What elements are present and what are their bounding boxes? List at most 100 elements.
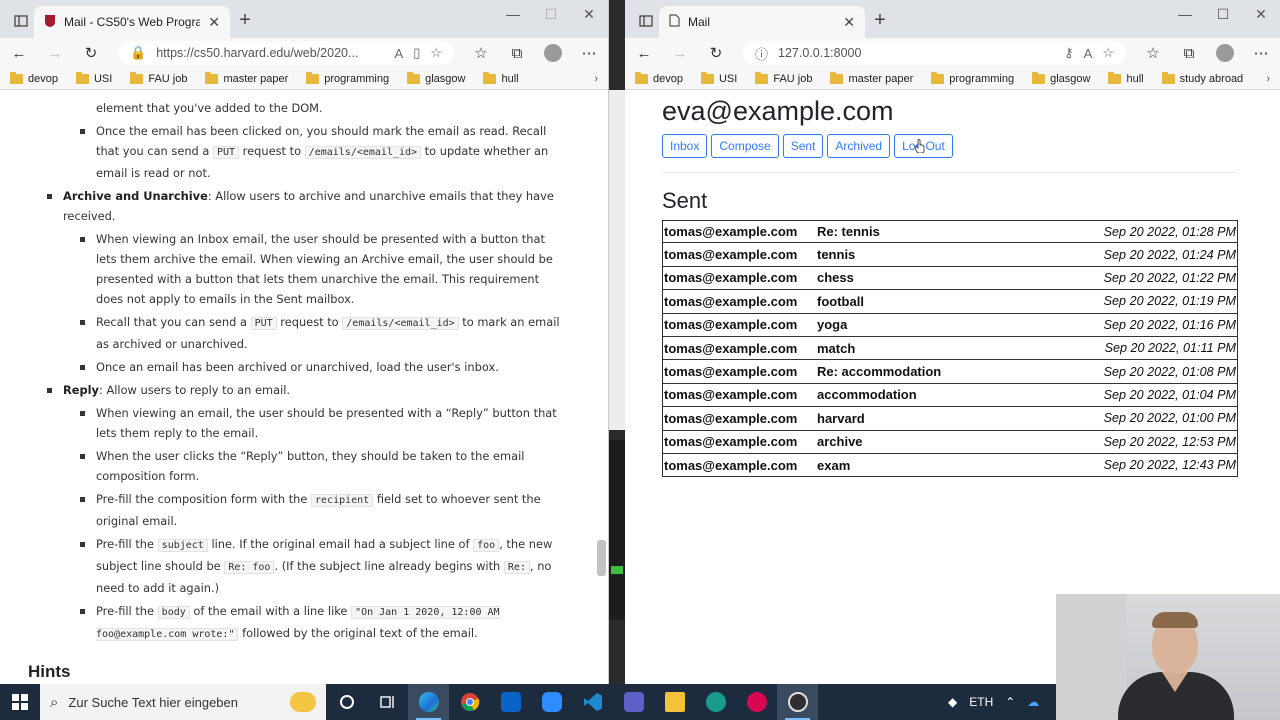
bookmark-devop[interactable]: devop — [10, 71, 58, 85]
browser-tab-active[interactable]: Mail ✕ — [659, 6, 865, 38]
refresh-icon[interactable]: ↻ — [707, 44, 725, 62]
back-icon[interactable]: ← — [10, 45, 28, 62]
close-tab-icon[interactable]: ✕ — [843, 14, 855, 31]
chevron-right-icon[interactable]: › — [1266, 73, 1270, 85]
email-row[interactable]: tomas@example.com chess Sep 20 2022, 01:22… — [662, 266, 1238, 291]
harvard-shield-icon — [44, 14, 56, 31]
bookmark-label: USI — [718, 72, 738, 85]
close-window-icon[interactable]: ✕ — [570, 6, 608, 23]
doc-text: Pre-fill the — [96, 537, 158, 551]
maximize-icon[interactable]: ☐ — [1204, 6, 1242, 23]
inbox-button[interactable]: Inbox — [662, 134, 708, 158]
chevron-right-icon[interactable]: › — [594, 73, 598, 85]
file-explorer-icon[interactable] — [654, 684, 695, 720]
read-aloud-icon[interactable]: A — [1084, 46, 1093, 61]
edge-icon[interactable] — [408, 684, 449, 720]
debian-icon[interactable] — [736, 684, 777, 720]
close-window-icon[interactable]: ✕ — [1242, 6, 1280, 23]
info-icon[interactable]: ⓘ — [755, 44, 768, 63]
obs-icon[interactable] — [777, 684, 818, 720]
inline-code: recipient — [311, 494, 374, 507]
favorite-icon[interactable]: ☆ — [1102, 45, 1114, 61]
scrollbar-thumb[interactable] — [597, 540, 606, 576]
compose-button[interactable]: Compose — [711, 134, 779, 158]
bookmark-usi[interactable]: USI — [700, 71, 738, 85]
bookmark-hull[interactable]: hull — [483, 71, 519, 85]
email-row[interactable]: tomas@example.com Re: tennis Sep 20 2022, … — [662, 220, 1238, 244]
favorites-icon[interactable]: ☆ — [1144, 44, 1162, 62]
cortana-icon[interactable] — [326, 684, 367, 720]
vscode-icon[interactable] — [572, 684, 613, 720]
bookmark-usi[interactable]: USI — [75, 71, 112, 85]
favorites-icon[interactable]: ☆ — [472, 44, 490, 62]
email-row[interactable]: tomas@example.com match Sep 20 2022, 01:11… — [662, 336, 1238, 361]
chrome-icon[interactable] — [449, 684, 490, 720]
zoom-icon[interactable] — [531, 684, 572, 720]
forward-icon[interactable]: → — [46, 45, 64, 62]
email-timestamp: Sep 20 2022, 01:11 PM — [1104, 341, 1236, 356]
taskbar-search-box[interactable]: ⌕ Zur Suche Text hier eingeben — [40, 684, 326, 720]
email-row[interactable]: tomas@example.com yoga Sep 20 2022, 01:16 … — [662, 313, 1238, 337]
bookmark-programming[interactable]: programming — [931, 71, 1014, 85]
onedrive-icon[interactable]: ☁ — [1027, 695, 1039, 709]
doc-text: When viewing an Inbox email, the user sh… — [96, 232, 553, 306]
tab-actions-icon[interactable] — [633, 6, 659, 36]
close-tab-icon[interactable]: ✕ — [208, 14, 220, 31]
favorite-icon[interactable]: ☆ — [430, 45, 442, 61]
bookmark-programming[interactable]: programming — [306, 71, 389, 85]
forward-icon[interactable]: → — [671, 45, 689, 62]
maximize-icon[interactable]: ☐ — [532, 6, 570, 23]
windows-start-icon[interactable] — [0, 684, 40, 720]
edge-dev-icon[interactable] — [695, 684, 736, 720]
tab-actions-icon[interactable] — [8, 6, 34, 36]
refresh-icon[interactable]: ↻ — [82, 44, 100, 62]
email-row[interactable]: tomas@example.com archive Sep 20 2022, 12:… — [662, 430, 1238, 454]
new-tab-button[interactable]: + — [230, 9, 260, 32]
minimize-icon[interactable]: — — [494, 6, 532, 23]
email-row[interactable]: tomas@example.com football Sep 20 2022, 01… — [662, 290, 1238, 314]
outlook-icon[interactable] — [490, 684, 531, 720]
hints-heading: Hints — [28, 662, 71, 681]
chevron-up-icon[interactable]: ⌃ — [1005, 695, 1015, 709]
email-sender: tomas@example.com — [664, 293, 798, 309]
email-row[interactable]: tomas@example.com exam Sep 20 2022, 12:43 … — [662, 453, 1238, 478]
address-bar[interactable]: 🔒 https://cs50.harvard.edu/web/2020... A… — [118, 41, 454, 65]
email-row[interactable]: tomas@example.com tennis Sep 20 2022, 01:2… — [662, 243, 1238, 267]
doc-text: of the email with a line like — [189, 604, 352, 618]
more-icon[interactable]: ⋯ — [1252, 44, 1270, 62]
bookmark-fau-job[interactable]: FAU job — [755, 71, 812, 85]
collections-icon[interactable]: ⧉ — [508, 45, 526, 62]
bookmark-master-paper[interactable]: master paper — [205, 71, 288, 85]
email-row[interactable]: tomas@example.com accommodation Sep 20 202… — [662, 383, 1238, 408]
browser-tab-active[interactable]: Mail - CS50's Web Programming ✕ — [34, 6, 230, 38]
more-icon[interactable]: ⋯ — [580, 44, 598, 62]
task-view-icon[interactable] — [367, 684, 408, 720]
divider — [662, 172, 1238, 173]
email-row[interactable]: tomas@example.com Re: accommodation Sep 20… — [662, 360, 1238, 384]
email-subject: yoga — [817, 317, 848, 333]
back-icon[interactable]: ← — [635, 45, 653, 62]
bookmark-study-abroad[interactable]: study abroad — [1161, 71, 1243, 85]
bookmark-glasgow[interactable]: glasgow — [407, 71, 465, 85]
bookmark-master-paper[interactable]: master paper — [830, 71, 913, 85]
reader-icon[interactable]: ▯ — [413, 45, 420, 61]
key-icon[interactable]: ⚷ — [1064, 45, 1074, 61]
email-row[interactable]: tomas@example.com harvard Sep 20 2022, 01:… — [662, 407, 1238, 431]
teams-icon[interactable] — [613, 684, 654, 720]
minimize-icon[interactable]: — — [1166, 6, 1204, 23]
tab-bar: Mail - CS50's Web Programming ✕ + — ☐ ✕ — [0, 0, 608, 38]
bookmark-devop[interactable]: devop — [635, 71, 683, 85]
bookmark-hull[interactable]: hull — [1108, 71, 1144, 85]
sent-button[interactable]: Sent — [782, 134, 824, 158]
profile-avatar[interactable] — [1216, 44, 1234, 62]
ethereum-icon[interactable]: ◆ — [948, 695, 957, 709]
new-tab-button[interactable]: + — [865, 9, 895, 32]
bookmark-glasgow[interactable]: glasgow — [1032, 71, 1090, 85]
lock-icon[interactable]: 🔒 — [130, 45, 146, 61]
read-aloud-icon[interactable]: A — [395, 46, 404, 61]
bookmark-fau-job[interactable]: FAU job — [130, 71, 187, 85]
archived-button[interactable]: Archived — [827, 134, 891, 158]
address-bar[interactable]: ⓘ 127.0.0.1:8000 ⚷ A ☆ — [743, 41, 1126, 65]
profile-avatar[interactable] — [544, 44, 562, 62]
collections-icon[interactable]: ⧉ — [1180, 45, 1198, 62]
